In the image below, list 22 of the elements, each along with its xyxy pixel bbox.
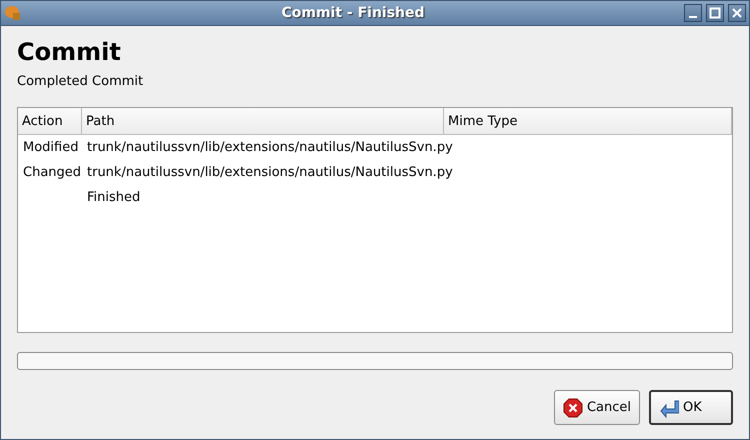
column-header[interactable]: Path [82,108,444,134]
close-button[interactable] [728,4,746,22]
table-cell: Finished [87,190,140,205]
app-icon [4,4,22,22]
status-text: Completed Commit [17,74,144,89]
maximize-icon [709,7,721,19]
arrow-icon [659,398,679,418]
table-cell: Modified [23,140,78,155]
page-heading: Commit [17,38,122,66]
minimize-icon [689,16,697,18]
table-cell: trunk/nautilussvn/lib/extensions/nautilus/NautilusSvn.py [87,140,453,155]
minimize-button[interactable] [684,4,702,22]
table-cell: trunk/nautilussvn/lib/extensions/nautilus/NautilusSvn.py [87,165,453,180]
column-header[interactable]: Mime Type [444,108,732,134]
window-title: Commit - Finished [280,5,426,21]
table-cell: Changed [23,165,82,180]
stop-icon [562,398,583,418]
maximize-button[interactable] [706,4,724,22]
column-header[interactable]: Action [18,108,82,134]
close-icon [731,7,743,19]
cancel-button[interactable]: Cancel [554,390,640,425]
ok-button[interactable]: OK [649,390,733,425]
